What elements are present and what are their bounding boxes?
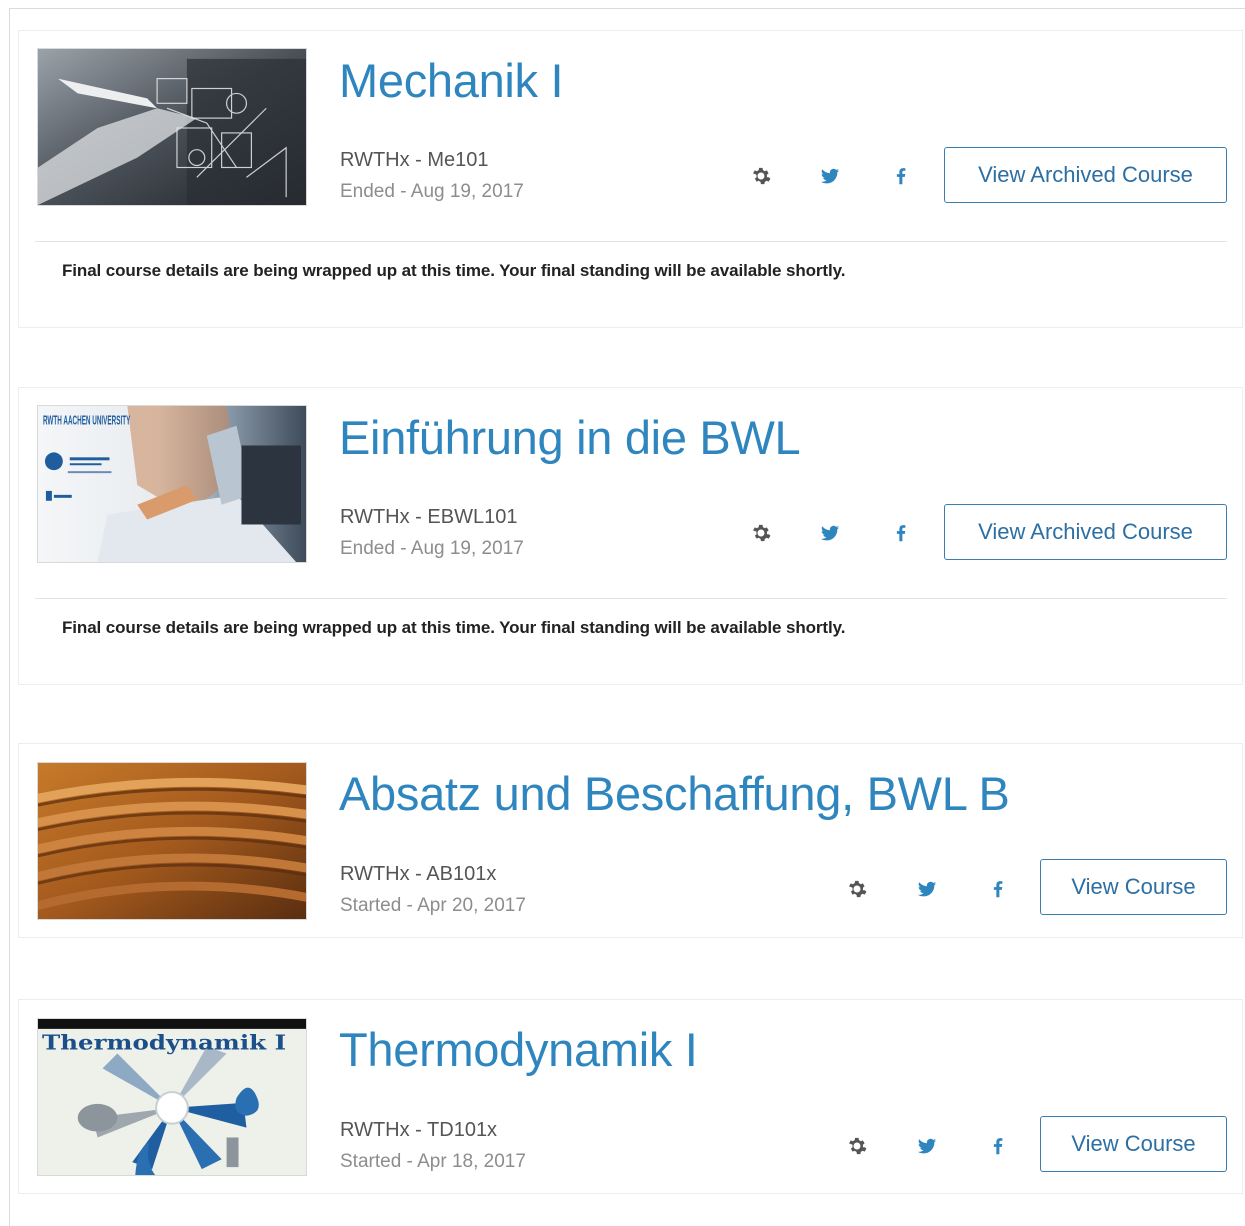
twitter-icon[interactable] [818,164,842,188]
twitter-icon[interactable] [915,1134,939,1158]
course-thumbnail[interactable]: Thermodynamik I [37,1018,307,1176]
twitter-icon[interactable] [915,877,939,901]
course-date: Ended - Aug 19, 2017 [340,181,524,202]
course-title[interactable]: Absatz und Beschaffung, BWL B [339,766,1010,821]
course-card-thermodynamik: Thermodynamik I Thermodynamik I RWTHx - … [18,999,1243,1194]
thermodynamik-thumb-text: Thermodynamik I [42,1030,286,1055]
gear-icon[interactable] [845,877,869,901]
view-archived-course-button[interactable]: View Archived Course [944,147,1227,203]
gear-icon[interactable] [749,164,773,188]
gear-icon[interactable] [845,1134,869,1158]
course-thumbnail[interactable] [37,48,307,206]
course-title[interactable]: Mechanik I [339,53,564,108]
facebook-icon[interactable] [889,164,913,188]
course-thumbnail[interactable] [37,762,307,920]
course-code: RWTHx - EBWL101 [340,506,518,528]
course-code: RWTHx - AB101x [340,863,497,885]
view-course-button[interactable]: View Course [1040,859,1227,915]
course-thumbnail[interactable]: RWTH AACHEN UNIVERSITY [37,405,307,563]
course-title[interactable]: Thermodynamik I [339,1022,698,1077]
course-status-note: Final course details are being wrapped u… [62,618,846,637]
course-code: RWTHx - Me101 [340,149,489,171]
facebook-icon[interactable] [889,521,913,545]
course-card-mechanik: Mechanik I RWTHx - Me101 Ended - Aug 19,… [18,30,1243,328]
facebook-icon[interactable] [986,1134,1010,1158]
course-card-einfuehrung-bwl: RWTH AACHEN UNIVERSITY Einführung in die… [18,387,1243,685]
course-date: Started - Apr 20, 2017 [340,895,526,916]
frame-top-border [10,8,1245,9]
course-card-absatz-beschaffung: Absatz und Beschaffung, BWL B RWTHx - AB… [18,743,1243,938]
view-archived-course-button[interactable]: View Archived Course [944,504,1227,560]
card-divider [35,598,1227,599]
twitter-icon[interactable] [818,521,842,545]
course-code: RWTHx - TD101x [340,1119,498,1141]
rwth-logo-text: RWTH AACHEN UNIVERSITY [43,413,131,428]
gear-icon[interactable] [749,521,773,545]
facebook-icon[interactable] [986,877,1010,901]
course-status-note: Final course details are being wrapped u… [62,261,846,280]
card-divider [35,241,1227,242]
frame-left-border [9,8,10,1226]
course-date: Started - Apr 18, 2017 [340,1151,526,1172]
course-date: Ended - Aug 19, 2017 [340,538,524,559]
course-title[interactable]: Einführung in die BWL [339,410,801,465]
view-course-button[interactable]: View Course [1040,1116,1227,1172]
